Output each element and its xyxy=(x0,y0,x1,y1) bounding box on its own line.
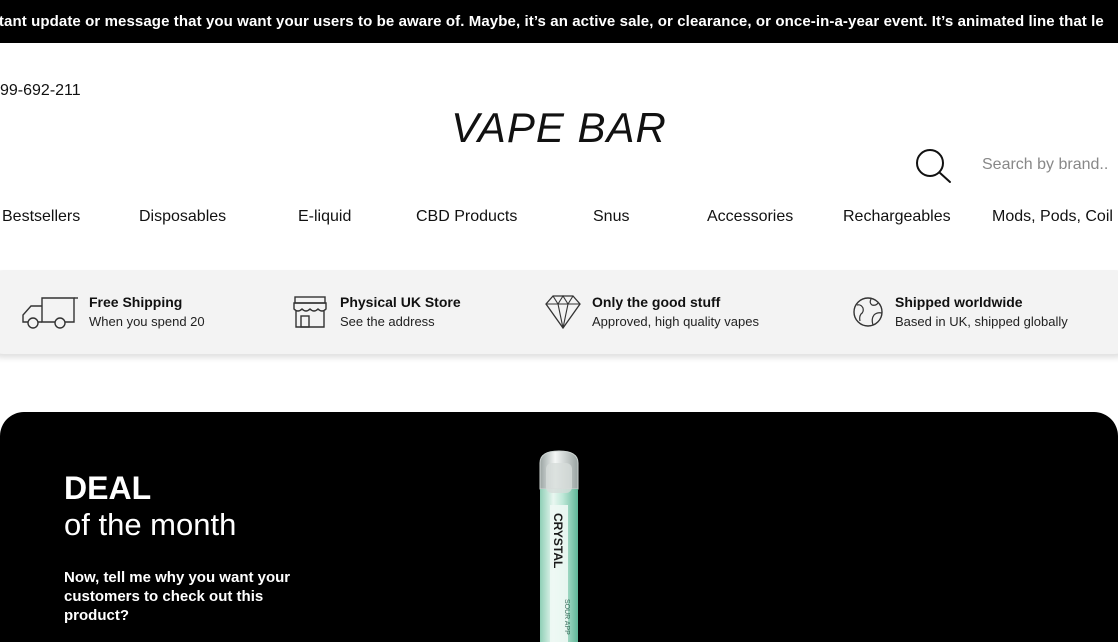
globe-icon xyxy=(853,297,883,327)
truck-icon xyxy=(22,297,78,329)
deal-subheading: of the month xyxy=(64,507,237,542)
feature-good-stuff: Only the good stuff Approved, high quali… xyxy=(544,270,804,354)
nav-item-disposables[interactable]: Disposables xyxy=(139,208,226,226)
search-input[interactable] xyxy=(982,152,1118,178)
feature-title: Only the good stuff xyxy=(592,294,721,310)
search-button[interactable] xyxy=(913,147,953,185)
feature-physical-store: Physical UK Store See the address xyxy=(292,270,532,354)
features-bar: Free Shipping When you spend 20 Physical… xyxy=(0,270,1118,354)
nav-item-rechargeables[interactable]: Rechargeables xyxy=(843,208,951,226)
feature-free-shipping: Free Shipping When you spend 20 xyxy=(20,270,270,354)
feature-title: Free Shipping xyxy=(89,294,183,310)
nav-item-mods-pods-coils[interactable]: Mods, Pods, Coil xyxy=(992,208,1113,226)
feature-subtitle: Approved, high quality vapes xyxy=(592,314,759,329)
nav-item-accessories[interactable]: Accessories xyxy=(707,208,793,226)
store-icon xyxy=(293,296,327,328)
deal-heading: DEAL xyxy=(64,470,152,506)
feature-shipped-worldwide: Shipped worldwide Based in UK, shipped g… xyxy=(852,270,1112,354)
announcement-text: rtant update or message that you want yo… xyxy=(0,13,1104,30)
diamond-icon xyxy=(545,294,581,330)
vape-device-image: CRYSTAL SOUR APP xyxy=(539,450,579,642)
search-icon xyxy=(916,149,951,183)
deal-description: Now, tell me why you want your customers… xyxy=(64,569,291,624)
product-flavor-label: SOUR APP xyxy=(563,599,570,635)
feature-subtitle: When you spend 20 xyxy=(89,314,205,329)
main-nav: Bestsellers Disposables E-liquid CBD Pro… xyxy=(0,208,1118,232)
feature-title: Physical UK Store xyxy=(340,294,461,310)
nav-item-snus[interactable]: Snus xyxy=(593,208,629,226)
feature-subtitle: Based in UK, shipped globally xyxy=(895,314,1068,329)
feature-subtitle: See the address xyxy=(340,314,435,329)
nav-item-bestsellers[interactable]: Bestsellers xyxy=(2,208,80,226)
site-logo[interactable]: VAPE BAR xyxy=(0,104,1118,152)
nav-item-cbd-products[interactable]: CBD Products xyxy=(416,208,517,226)
product-image[interactable]: CRYSTAL SOUR APP xyxy=(536,449,582,642)
feature-title: Shipped worldwide xyxy=(895,294,1023,310)
product-brand-label: CRYSTAL xyxy=(551,513,565,568)
deal-of-the-month: DEAL of the month Now, tell me why you w… xyxy=(0,412,1118,642)
announcement-bar: rtant update or message that you want yo… xyxy=(0,0,1118,43)
phone-number[interactable]: 99-692-211 xyxy=(0,82,81,100)
nav-item-e-liquid[interactable]: E-liquid xyxy=(298,208,351,226)
